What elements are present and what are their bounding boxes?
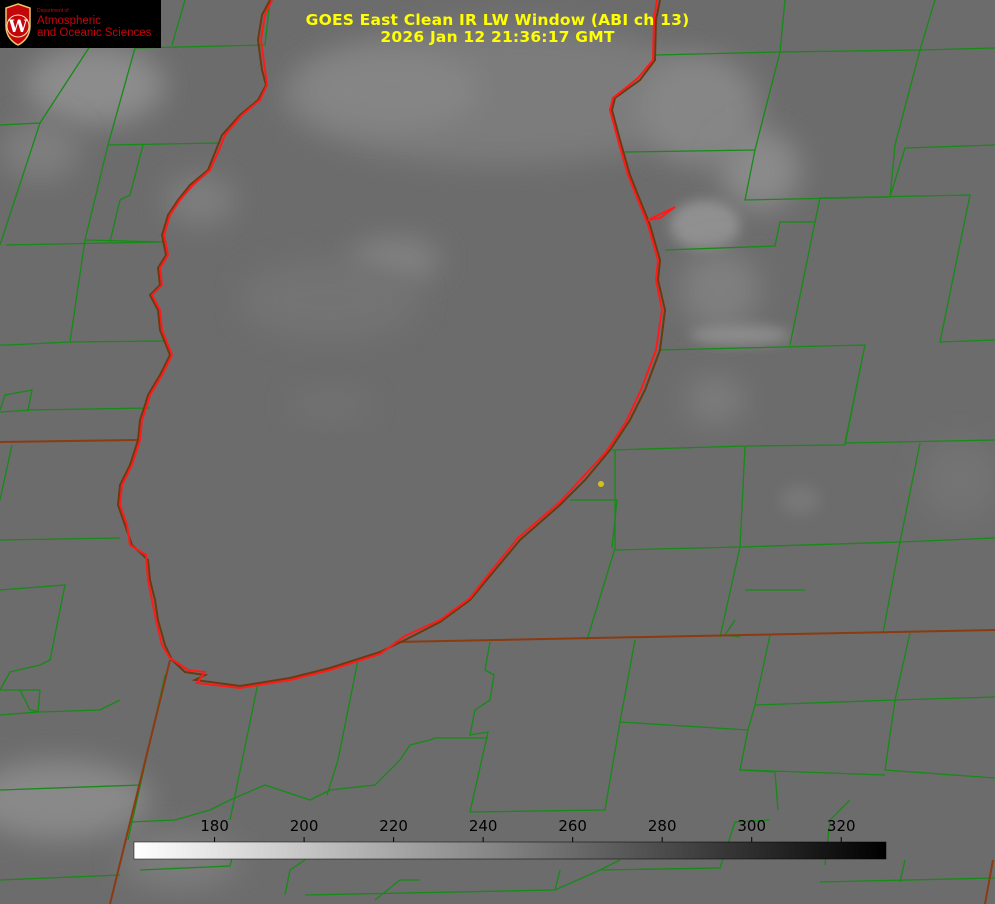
station-marker[interactable] [598, 481, 604, 487]
satellite-image-viewer: 180 200 220 240 260 280 300 320 W Department of… [0, 0, 995, 904]
image-timestamp: 2026 Jan 12 21:36:17 GMT [380, 28, 615, 46]
image-title: GOES East Clean IR LW Window (ABI ch 13)… [0, 12, 995, 46]
ir-satellite-map [0, 0, 995, 904]
product-title: GOES East Clean IR LW Window (ABI ch 13) [305, 11, 690, 29]
